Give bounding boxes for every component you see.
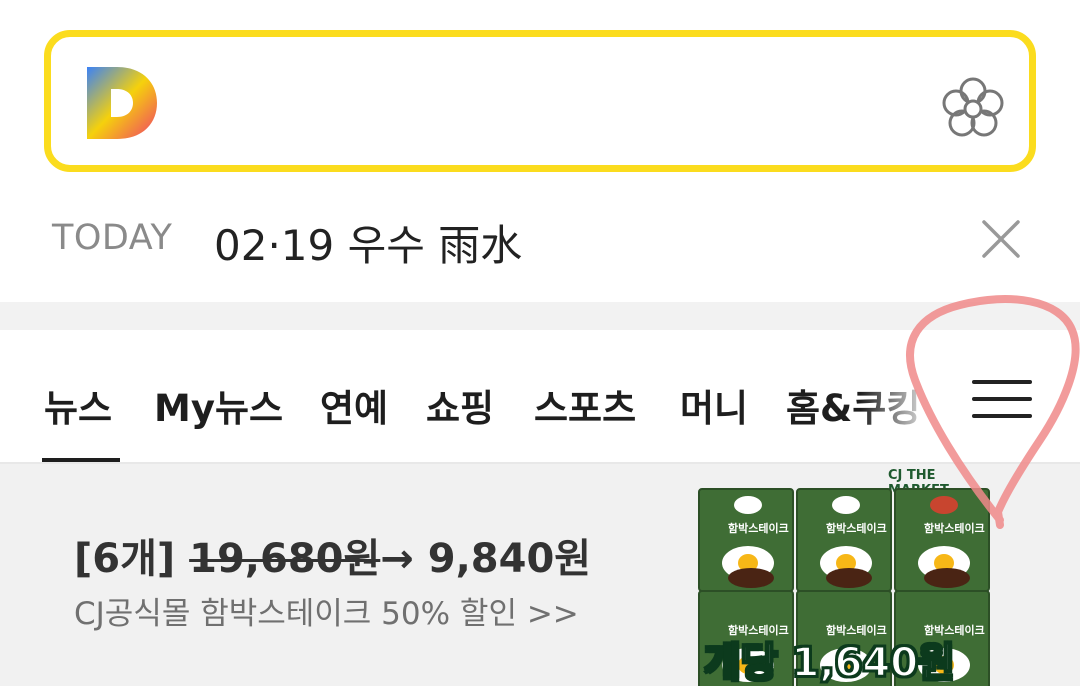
- tab-fade-overlay: [860, 360, 950, 450]
- product-price-tag: 개당 1,640원: [703, 639, 956, 686]
- tab-news[interactable]: 뉴스: [44, 378, 112, 432]
- ad-arrow: →: [380, 536, 414, 582]
- tab-entertainment[interactable]: 연예: [320, 378, 388, 432]
- flower-icon[interactable]: [939, 75, 1007, 143]
- tab-shopping[interactable]: 쇼핑: [426, 378, 494, 432]
- ad-old-price: 19,680원: [189, 536, 381, 582]
- hamburger-menu-icon[interactable]: [972, 380, 1032, 420]
- tab-my-news[interactable]: My뉴스: [154, 378, 283, 432]
- product-image[interactable]: CJ THE MARKET 함박스테이크 함박스테이크 함박스테이크 함박스테이…: [696, 464, 1000, 686]
- tab-money[interactable]: 머니: [680, 378, 748, 432]
- tab-active-indicator: [42, 458, 120, 462]
- ad-new-price: 9,840원: [427, 536, 592, 582]
- search-bar[interactable]: [44, 30, 1036, 172]
- ad-price-line: [6개] 19,680원→ 9,840원: [74, 526, 591, 584]
- ad-subtitle[interactable]: CJ공식몰 함박스테이크 50% 할인 >>: [74, 588, 579, 633]
- category-tabs: 뉴스 My뉴스 연예 쇼핑 스포츠 머니 홈&쿠킹: [0, 330, 1080, 464]
- daum-logo-icon[interactable]: [81, 63, 161, 143]
- product-box: 함박스테이크: [894, 488, 990, 592]
- product-box: 함박스테이크: [796, 488, 892, 592]
- product-box: 함박스테이크: [698, 488, 794, 592]
- close-icon[interactable]: [978, 216, 1024, 262]
- today-banner: TODAY 02·19 우수 雨水: [0, 196, 1080, 286]
- ad-count: [6개]: [74, 536, 176, 582]
- today-label: TODAY: [52, 218, 173, 258]
- today-text[interactable]: 02·19 우수 雨水: [214, 212, 522, 273]
- ad-banner[interactable]: [6개] 19,680원→ 9,840원 CJ공식몰 함박스테이크 50% 할인…: [0, 464, 1080, 686]
- tab-sports[interactable]: 스포츠: [534, 378, 636, 432]
- section-divider: [0, 302, 1080, 330]
